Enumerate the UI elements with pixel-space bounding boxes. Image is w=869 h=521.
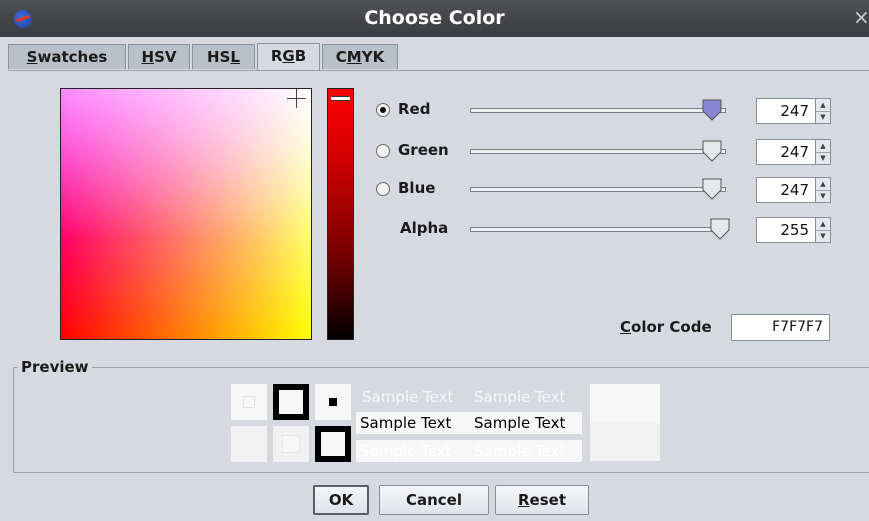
spinner-down-icon[interactable]: ▼ — [816, 190, 830, 202]
spinner-down-icon[interactable]: ▼ — [816, 230, 830, 242]
red-spinner-buttons: ▲ ▼ — [816, 98, 831, 124]
tab-hsv[interactable]: HSV — [128, 44, 190, 69]
blue-value-field[interactable]: 247 — [756, 177, 816, 203]
blue-slider[interactable] — [470, 187, 726, 192]
blue-spinner-buttons: ▲ ▼ — [816, 177, 831, 203]
sample-text: Sample Text — [356, 440, 470, 462]
tab-mnemonic: S — [26, 48, 38, 66]
color-code-label-text: olor Code — [631, 318, 712, 336]
ok-button[interactable]: OK — [313, 485, 369, 515]
tab-label: YK — [361, 48, 385, 66]
red-label: Red — [398, 100, 431, 118]
tab-label: R — [270, 47, 283, 65]
blue-slider-thumb[interactable] — [702, 178, 722, 200]
preview-color-block — [590, 384, 660, 423]
alpha-label: Alpha — [400, 219, 449, 237]
alpha-spinner-buttons: ▲ ▼ — [816, 217, 831, 243]
color-code-field[interactable]: F7F7F7 — [731, 314, 830, 341]
blue-radio[interactable] — [376, 182, 390, 196]
red-spinner[interactable]: 247 ▲ ▼ — [756, 98, 832, 124]
green-spinner[interactable]: 247 ▲ ▼ — [756, 139, 832, 165]
channel-row-green: Green 247 ▲ ▼ — [372, 138, 842, 166]
green-slider[interactable] — [470, 149, 726, 154]
window-title: Choose Color — [364, 7, 505, 29]
title-bar: Choose Color × — [0, 0, 869, 37]
tab-cmyk[interactable]: CMYK — [322, 44, 398, 69]
preview-label: Preview — [18, 358, 92, 376]
tab-label: C — [335, 48, 347, 66]
blue-spinner[interactable]: 247 ▲ ▼ — [756, 177, 832, 203]
color-gradient-area[interactable] — [60, 88, 312, 340]
preview-swatch — [321, 432, 345, 456]
tab-label: SV — [154, 48, 177, 66]
red-radio[interactable] — [376, 103, 390, 117]
green-slider-thumb[interactable] — [702, 140, 722, 162]
reset-label: eset — [529, 491, 566, 509]
crosshair-icon[interactable] — [287, 89, 306, 108]
alpha-value-field[interactable]: 255 — [756, 217, 816, 243]
tab-mnemonic: H — [141, 48, 155, 66]
tab-label: B — [294, 47, 307, 65]
green-value-field[interactable]: 247 — [756, 139, 816, 165]
tab-label: HS — [207, 48, 231, 66]
alpha-slider-thumb[interactable] — [710, 218, 730, 240]
red-slider-thumb[interactable] — [702, 99, 722, 121]
channel-bar-marker[interactable] — [331, 96, 350, 101]
preview-swatch — [231, 426, 267, 462]
preview-swatch — [243, 396, 255, 408]
color-code-label: Color Code — [620, 318, 712, 336]
green-label: Green — [398, 141, 449, 159]
spinner-down-icon[interactable]: ▼ — [816, 152, 830, 164]
channel-gradient-bar[interactable] — [327, 88, 354, 340]
alpha-spinner[interactable]: 255 ▲ ▼ — [756, 217, 832, 243]
channel-row-red: Red 247 ▲ ▼ — [372, 97, 842, 125]
reset-mnemonic: R — [517, 491, 530, 509]
preview-swatch — [279, 390, 303, 414]
green-spinner-buttons: ▲ ▼ — [816, 139, 831, 165]
sample-text: Sample Text — [474, 388, 566, 406]
blue-label: Blue — [398, 179, 436, 197]
sample-text: Sample Text — [356, 412, 470, 434]
tab-mnemonic: M — [346, 48, 362, 66]
preview-swatch — [329, 398, 337, 406]
tab-mnemonic: L — [230, 48, 240, 66]
tab-label: watches — [37, 48, 108, 66]
sample-text: Sample Text — [362, 388, 454, 406]
red-slider[interactable] — [470, 108, 726, 113]
tab-mnemonic: G — [282, 47, 295, 65]
tab-hsl[interactable]: HSL — [192, 44, 255, 69]
sample-text: Sample Text — [470, 412, 582, 434]
gradient-layer — [61, 89, 311, 339]
green-radio[interactable] — [376, 144, 390, 158]
spinner-down-icon[interactable]: ▼ — [816, 111, 830, 123]
channel-row-alpha: Alpha 255 ▲ ▼ — [372, 216, 842, 244]
preview-swatch — [282, 435, 300, 453]
red-value-field[interactable]: 247 — [756, 98, 816, 124]
color-code-mnemonic: C — [620, 318, 632, 336]
channel-row-blue: Blue 247 ▲ ▼ — [372, 176, 842, 204]
preview-color-block — [590, 423, 660, 461]
tab-rgb[interactable]: RGB — [257, 43, 320, 70]
tab-swatches[interactable]: Swatches — [8, 44, 126, 69]
cancel-button[interactable]: Cancel — [379, 485, 489, 515]
alpha-slider[interactable] — [470, 227, 726, 232]
close-icon[interactable]: × — [853, 6, 869, 28]
sample-text: Sample Text — [470, 440, 582, 462]
reset-button[interactable]: Reset — [495, 485, 589, 515]
